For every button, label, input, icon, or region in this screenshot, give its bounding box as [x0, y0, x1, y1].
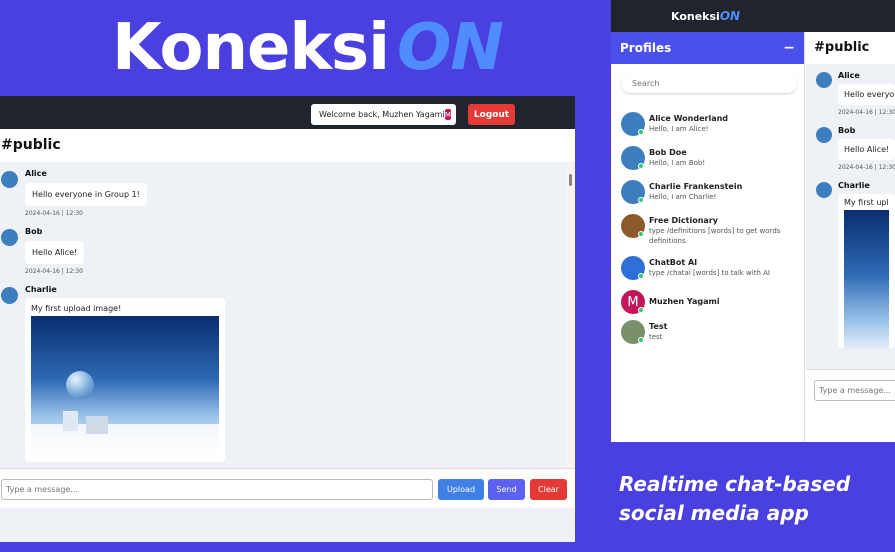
online-status-dot — [638, 197, 644, 203]
profile-status: test — [649, 333, 663, 341]
message-item: Charlie My first upload — [806, 180, 895, 350]
profile-item[interactable]: Charlie Frankenstein Hello, I am Charlie! — [621, 178, 801, 212]
message-sender: Alice — [838, 71, 860, 80]
profile-status: type /definitions [words] to get words d… — [649, 227, 781, 245]
profile-name: Charlie Frankenstein — [649, 182, 743, 191]
message-sender: Alice — [25, 169, 47, 178]
tagline-line2: social media app — [619, 501, 809, 525]
profile-name: Muzhen Yagami — [649, 297, 720, 306]
profile-item[interactable]: Test test — [621, 318, 801, 352]
profiles-panel: Profiles − Alice Wonderland Hello, I am A… — [611, 32, 805, 442]
profile-item[interactable]: ChatBot AI type /chatai [words] to talk w… — [621, 254, 801, 288]
brand-title: Koneksi ON — [112, 8, 504, 88]
message-bubble: Hello everyone — [838, 84, 895, 105]
profile-item[interactable]: M Muzhen Yagami — [621, 288, 801, 318]
top-navbar: Welcome back, Muzhen Yagami M Logout — [0, 96, 575, 129]
profiles-window: KoneksiON Profiles − Alice Wonderland Hel… — [611, 0, 895, 442]
message-list: Alice Hello everyone in Group 1! 2024-04… — [0, 162, 566, 468]
message-bubble: Hello Alice! — [838, 139, 895, 160]
message-bubble: Hello everyone in Group 1! — [25, 183, 147, 206]
profiles-title: Profiles — [620, 41, 672, 55]
logout-button[interactable]: Logout — [468, 104, 515, 125]
online-status-dot — [638, 273, 644, 279]
profile-name: Alice Wonderland — [649, 114, 729, 123]
user-avatar-icon — [816, 182, 832, 198]
image-message-bubble: My first upload image! — [25, 298, 225, 462]
profile-item[interactable]: Bob Doe Hello, I am Bob! — [621, 144, 801, 178]
welcome-badge: Welcome back, Muzhen Yagami M — [311, 104, 456, 125]
profile-name: Bob Doe — [649, 148, 687, 157]
side-brand-part1: Koneksi — [671, 10, 720, 23]
user-avatar[interactable]: M — [444, 109, 451, 120]
message-sender: Charlie — [838, 181, 870, 190]
message-item: Alice Hello everyone in Group 1! 2024-04… — [0, 168, 566, 220]
main-chat-window: Welcome back, Muzhen Yagami M Logout #pu… — [0, 96, 575, 542]
brand-title-part1: Koneksi — [112, 11, 390, 85]
message-timestamp: 2024-04-16 | 12:30 — [838, 164, 895, 171]
side-navbar: KoneksiON — [611, 0, 895, 32]
uploaded-image[interactable] — [844, 210, 889, 350]
profile-status: type /chatai [words] to talk with AI — [649, 269, 770, 277]
message-bubble: Hello Alice! — [25, 241, 85, 264]
profiles-header: Profiles − — [611, 32, 804, 64]
welcome-text: Welcome back, Muzhen Yagami — [319, 110, 445, 119]
mini-channel-title: #public — [806, 32, 895, 64]
online-status-dot — [638, 337, 644, 343]
online-status-dot — [638, 231, 644, 237]
user-avatar-icon — [1, 171, 18, 188]
profile-name: Test — [649, 322, 668, 331]
message-sender: Bob — [838, 126, 856, 135]
profile-list: Alice Wonderland Hello, I am Alice! Bob Do… — [621, 110, 801, 352]
profile-name: ChatBot AI — [649, 258, 698, 267]
profile-name: Free Dictionary — [649, 216, 718, 225]
tagline-line1: Realtime chat-based — [619, 472, 851, 496]
collapse-icon[interactable]: − — [783, 32, 795, 64]
side-brand-part2: ON — [719, 9, 741, 23]
profile-item[interactable]: Alice Wonderland Hello, I am Alice! — [621, 110, 801, 144]
message-sender: Bob — [25, 227, 43, 236]
message-sender: Charlie — [25, 285, 57, 294]
message-item: Bob Hello Alice! 2024-04-16 | 12:30 — [806, 125, 895, 174]
profile-item[interactable]: Free Dictionary type /definitions [words]… — [621, 212, 801, 254]
uploaded-image[interactable] — [31, 316, 219, 456]
image-caption: My first upload — [844, 198, 889, 207]
message-item: Charlie My first upload image! — [0, 284, 566, 462]
message-scrollbar[interactable] — [566, 162, 575, 468]
online-status-dot — [638, 307, 644, 313]
message-item: Alice Hello everyone 2024-04-16 | 12:30 — [806, 70, 895, 119]
image-cube — [86, 416, 108, 434]
profile-status: Hello, I am Alice! — [649, 125, 709, 133]
mini-chat-panel: #public Alice Hello everyone 2024-04-16 … — [806, 32, 895, 442]
online-status-dot — [638, 163, 644, 169]
clear-button[interactable]: Clear — [530, 479, 567, 500]
user-avatar-icon — [1, 287, 18, 304]
mini-message-input[interactable] — [814, 380, 895, 401]
tagline: Realtime chat-based social media app — [619, 470, 850, 528]
user-avatar-icon — [816, 72, 832, 88]
brand-title-part2: ON — [397, 11, 504, 85]
profile-status: Hello, I am Bob! — [649, 159, 706, 167]
message-timestamp: 2024-04-16 | 12:30 — [838, 109, 895, 116]
search-input[interactable] — [621, 74, 797, 93]
profile-status: Hello, I am Charlie! — [649, 193, 717, 201]
upload-button[interactable]: Upload — [438, 479, 484, 500]
online-status-dot — [638, 129, 644, 135]
message-timestamp: 2024-04-16 | 12:30 — [25, 210, 83, 217]
user-avatar-icon — [816, 127, 832, 143]
message-timestamp: 2024-04-16 | 12:30 — [25, 268, 83, 275]
mini-composer — [806, 369, 895, 442]
message-item: Bob Hello Alice! 2024-04-16 | 12:30 — [0, 226, 566, 278]
send-button[interactable]: Send — [488, 479, 525, 500]
image-globe — [66, 371, 94, 399]
image-clouds — [31, 424, 219, 456]
side-brand: KoneksiON — [671, 0, 740, 33]
scrollbar-thumb[interactable] — [569, 174, 572, 186]
image-cube — [63, 411, 78, 431]
user-avatar-icon — [1, 229, 18, 246]
image-message-bubble: My first upload — [838, 194, 895, 350]
message-composer: Upload Send Clear — [0, 468, 575, 508]
message-input[interactable] — [1, 479, 433, 500]
channel-title: #public — [0, 129, 575, 162]
image-caption: My first upload image! — [31, 304, 122, 313]
